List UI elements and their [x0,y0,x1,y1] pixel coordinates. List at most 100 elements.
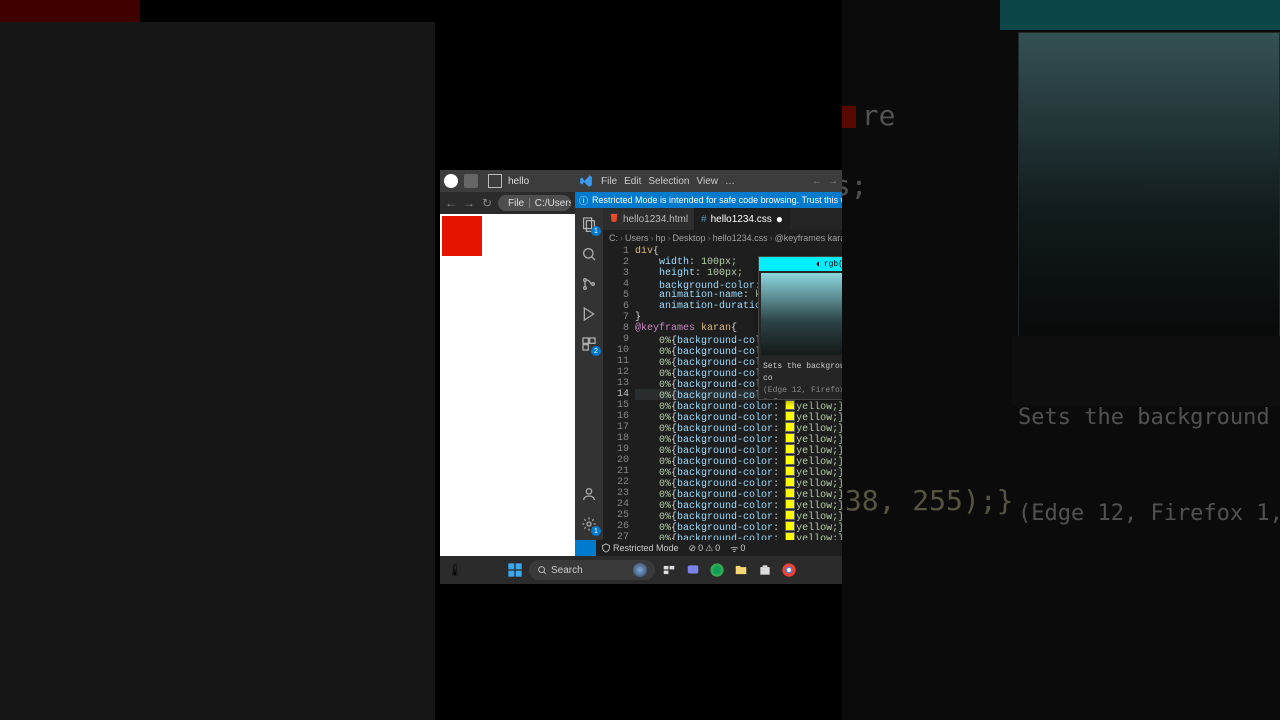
back-arrow-icon [814,260,822,268]
manage-icon[interactable]: 1 [581,516,597,532]
color-picker-value: rgb(0, 23 [824,259,842,270]
editor-tab[interactable]: hello1234.html [603,208,695,230]
editor[interactable]: 1234567891011121314151617181920212223242… [603,246,842,540]
breadcrumb-item[interactable]: hp [656,233,666,243]
code-line[interactable]: 0%{background-color: yellow;} [635,444,842,455]
store-icon[interactable] [755,560,775,580]
search-placeholder: Search [551,565,583,576]
edge-viewport[interactable] [440,214,575,556]
code-line[interactable]: 0%{background-color: yellow;} [635,510,842,521]
account-icon[interactable] [581,486,597,502]
bg-hint-line1: Sets the background co [1018,402,1274,434]
code-line[interactable]: 0%{background-color: yellow;} [635,532,842,540]
code-line[interactable]: 0%{background-color: yellow;} [635,466,842,477]
line-gutter: 1234567891011121314151617181920212223242… [603,246,635,540]
menu-…[interactable]: … [725,176,735,187]
activity-bar: 1 2 1 [575,208,603,540]
cortana-icon[interactable] [633,563,647,577]
profile-icon[interactable] [444,174,458,188]
page-icon [488,174,502,188]
code-line[interactable]: 0%{background-color: yellow;} [635,455,842,466]
chevron-right-icon: › [651,233,654,243]
extensions-icon[interactable]: 2 [581,336,597,352]
back-button[interactable]: ← [444,196,458,210]
code-line[interactable]: 0%{background-color: yellow;} [635,488,842,499]
remote-indicator[interactable] [575,540,596,556]
tabs-icon[interactable] [464,174,478,188]
code-line[interactable]: 0%{background-color: yellow;} [635,433,842,444]
chrome-icon[interactable] [779,560,799,580]
code-line[interactable]: 0%{background-color: yellow;} [635,521,842,532]
tab-label: hello1234.css [711,214,772,225]
menu-view[interactable]: View [697,176,719,187]
explorer-taskbar-icon[interactable] [731,560,751,580]
css-file-icon: # [701,214,707,225]
restricted-banner[interactable]: ⓘ Restricted Mode is intended for safe c… [575,192,842,208]
start-button[interactable] [505,560,525,580]
tooltip-line1: Sets the background co [763,361,842,385]
breadcrumb-item[interactable]: Desktop [673,233,706,243]
desktop: hello ← → ↻ File | C:/Users File Edit Sele… [440,170,842,584]
color-picker[interactable]: rgb(0, 23 Sets the background co (Edge 1… [758,256,842,400]
code-line[interactable]: 0%{background-color: yellow;} [635,411,842,422]
url-text: C:/Users [535,198,571,209]
shield-icon [601,543,611,553]
code-line[interactable]: 0%{background-color: yellow;} [635,422,842,433]
editor-tabs: hello1234.html#hello1234.css● [603,208,842,230]
forward-button[interactable]: → [462,196,476,210]
status-bar: Restricted Mode ⊘0 ⚠0 ᯤ0 [575,540,842,556]
bg-hint-bar: Sets the background co (Edge 12, Firefox… [1012,336,1280,406]
bg-gray-panel [0,22,435,720]
code-line[interactable]: 0%{background-color: yellow;} [635,477,842,488]
color-picker-gradient[interactable] [761,273,842,355]
edge-toolbar: ← → ↻ File | C:/Users [440,192,575,214]
search-icon [537,565,547,575]
chat-icon[interactable] [683,560,703,580]
problems-status[interactable]: ⊘0 ⚠0 [684,543,726,554]
explorer-icon[interactable]: 1 [581,216,597,232]
chevron-right-icon: › [770,233,773,243]
vscode-titlebar[interactable]: File Edit Selection View … ← → [575,170,842,192]
code-line[interactable]: 0%{background-color: yellow;} [635,499,842,510]
bg-hint-line2: (Edge 12, Firefox 1, Safa [1018,498,1274,530]
code-line[interactable]: 0%{background-color: yellow;} [635,400,842,411]
tab-title[interactable]: hello [508,176,529,187]
editor-tab[interactable]: #hello1234.css● [695,208,790,230]
menu-edit[interactable]: Edit [624,176,641,187]
edge-titlebar[interactable]: hello [440,170,575,192]
extensions-badge: 2 [591,346,601,356]
breadcrumb-item[interactable]: hello1234.css [713,233,768,243]
menu-file[interactable]: File [601,176,617,187]
edge-icon[interactable] [707,560,727,580]
url-bar[interactable]: File | C:/Users [498,195,571,211]
radio-icon: ᯤ [730,542,738,555]
title-back[interactable]: ← [812,176,822,187]
restricted-status[interactable]: Restricted Mode [596,543,684,553]
info-icon: ⓘ [579,194,588,207]
reload-button[interactable]: ↻ [480,196,494,210]
scm-icon[interactable] [581,276,597,292]
ports-status[interactable]: ᯤ0 [725,542,750,555]
warning-icon: ⚠ [705,543,713,554]
menu-selection[interactable]: Selection [648,176,689,187]
taskbar-search[interactable]: Search [529,560,655,580]
debug-icon[interactable] [581,306,597,322]
breadcrumbs[interactable]: C: › Users › hp › Desktop › hello1234.cs… [603,230,842,246]
bg-red-square [0,0,140,22]
windows-taskbar: 🌡 Search [440,556,842,584]
bg-code-panel: Sets the background co (Edge 12, Firefox… [842,0,1280,720]
title-nav: ← → [812,176,838,187]
breadcrumb-item[interactable]: C: [609,233,618,243]
explorer-badge: 1 [591,226,601,236]
bg-picker-gradient [1018,32,1280,338]
search-icon[interactable] [581,246,597,262]
breadcrumb-item[interactable]: @keyframes kara [775,233,842,243]
task-view-icon[interactable] [659,560,679,580]
banner-text: Restricted Mode is intended for safe cod… [592,195,842,205]
rendered-div [442,216,482,256]
color-picker-header[interactable]: rgb(0, 23 [759,257,842,271]
title-fwd[interactable]: → [828,176,838,187]
widgets-icon[interactable]: 🌡 [446,561,464,579]
url-scheme: File [508,198,524,209]
breadcrumb-item[interactable]: Users [625,233,649,243]
